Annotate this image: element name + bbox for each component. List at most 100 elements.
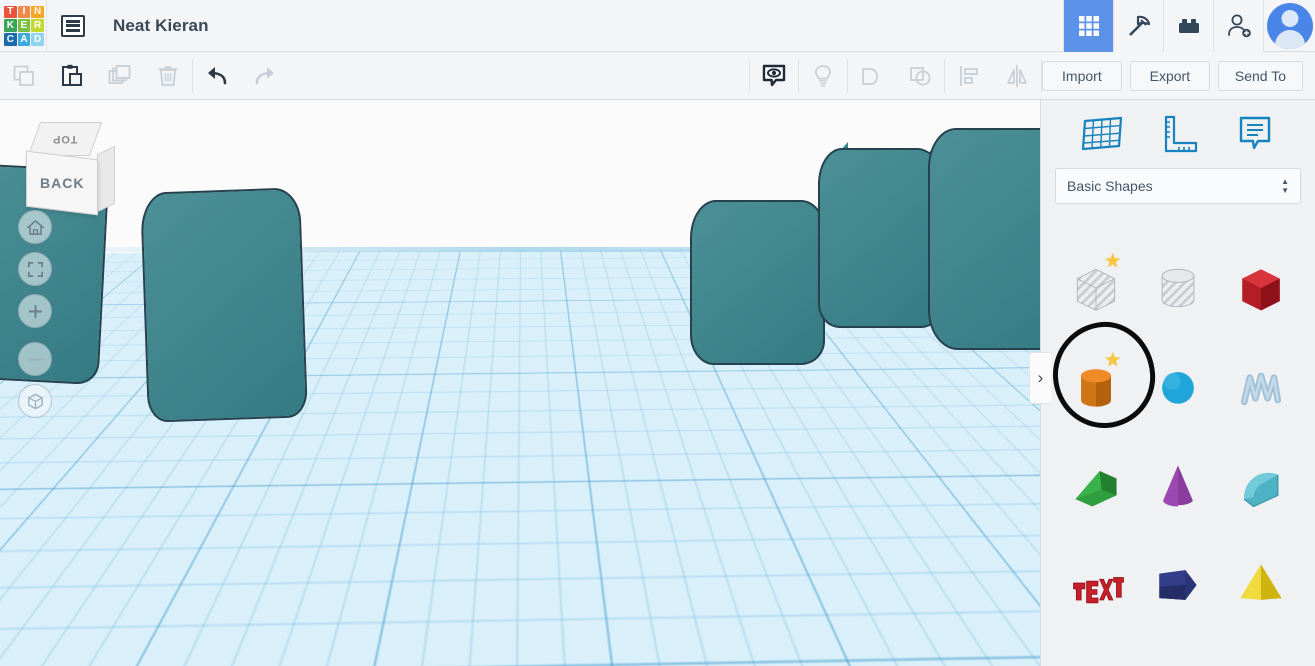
snap-grid-control: Snap Grid 1.0 mm ▲ (877, 632, 1028, 658)
shape-halfsphere[interactable] (1137, 634, 1219, 666)
shape-box[interactable] (1220, 238, 1302, 337)
shape-pyramid[interactable] (1220, 535, 1302, 634)
zoom-in-button[interactable] (18, 294, 52, 328)
shape-box-hole[interactable]: ★ (1055, 238, 1137, 337)
3d-viewport[interactable]: TOP BACK Edit Grid Snap Grid 1.0 mm ▲ (0, 100, 1040, 666)
paste-icon (62, 64, 82, 86)
logo-tile-e: E (17, 19, 31, 32)
note-button[interactable] (750, 52, 798, 100)
lego-brick-icon[interactable] (1163, 0, 1213, 52)
shape-text[interactable] (1055, 535, 1137, 634)
shape-sphere[interactable] (1137, 337, 1219, 436)
shapes-panel: Basic Shapes ▲ ▼ ★ ★ (1040, 100, 1315, 666)
copy-icon (13, 65, 34, 86)
logo-tile-d: D (31, 32, 44, 46)
workplane-icon[interactable] (1079, 113, 1125, 155)
view-cube-front-face[interactable]: BACK (26, 150, 98, 216)
logo-tile-k: K (4, 19, 17, 32)
shape-category-select[interactable]: Basic Shapes ▲ ▼ (1055, 168, 1301, 204)
teal-blob-3[interactable] (690, 200, 825, 365)
snap-grid-value: 1.0 mm (953, 637, 998, 653)
view-cube[interactable]: TOP BACK (26, 122, 115, 216)
edit-grid-button[interactable]: Edit Grid (909, 600, 986, 626)
copy-button[interactable] (0, 52, 48, 100)
perspective-toggle-button[interactable] (18, 384, 52, 418)
trash-icon (159, 65, 177, 86)
shape-thumb (1163, 464, 1194, 507)
shape-thumb (1162, 371, 1195, 404)
delete-button[interactable] (144, 52, 192, 100)
group-button[interactable] (848, 52, 896, 100)
notes-icon[interactable] (1233, 113, 1277, 155)
logo-tile-i: I (17, 5, 31, 19)
export-button[interactable]: Export (1129, 60, 1210, 91)
logo-tile-a: A (17, 32, 31, 46)
shape-tube[interactable] (1220, 634, 1302, 666)
fit-view-button[interactable] (18, 252, 52, 286)
shape-wedge[interactable] (1055, 436, 1137, 535)
logo-tile-c: C (4, 32, 17, 46)
shape-thumb (1243, 472, 1279, 507)
group-icon (861, 67, 878, 85)
panel-tool-icons (1041, 100, 1315, 168)
light-button[interactable] (799, 52, 847, 100)
cube-icon (27, 393, 43, 409)
orange-cylinder[interactable] (403, 348, 589, 588)
avatar-button[interactable] (1263, 0, 1315, 52)
panel-collapse-button[interactable]: › (1029, 352, 1051, 404)
add-person-icon[interactable] (1213, 0, 1263, 52)
view-cube-top-face[interactable]: TOP (27, 122, 103, 156)
shape-roof[interactable] (1220, 436, 1302, 535)
align-button[interactable] (945, 52, 993, 100)
shape-scribble[interactable] (1220, 337, 1302, 436)
send-to-button[interactable]: Send To (1217, 60, 1303, 91)
ungroup-icon (909, 66, 931, 85)
shape-thumb (1159, 569, 1198, 600)
header-right-tools (1063, 0, 1315, 52)
tinkercad-logo[interactable]: TIN KER CAD (2, 4, 46, 48)
duplicate-button[interactable] (96, 52, 144, 100)
redo-icon (255, 66, 274, 84)
zoom-out-button[interactable] (18, 342, 52, 376)
shape-thumb (1162, 268, 1195, 307)
shape-thumb (1242, 268, 1280, 310)
ungroup-button[interactable] (896, 52, 944, 100)
plus-icon (28, 304, 42, 318)
teal-blob-5[interactable] (928, 128, 1040, 350)
pickaxe-icon[interactable] (1113, 0, 1163, 52)
shape-polygon[interactable] (1137, 535, 1219, 634)
shape-cylinder-hole[interactable] (1137, 238, 1219, 337)
notes-glyph (1240, 116, 1271, 150)
import-button[interactable]: Import (1041, 60, 1122, 91)
redo-button[interactable] (241, 52, 289, 100)
undo-button[interactable] (193, 52, 241, 100)
tinkercad-app: TINKERCAD Neat Kieran Import Export Send… (0, 0, 1315, 666)
shape-cone[interactable] (1137, 436, 1219, 535)
shape-thumb (1240, 372, 1281, 405)
view-cube-side-face[interactable] (97, 145, 115, 213)
pickaxe-glyph (1128, 15, 1150, 36)
view-cube-top-label: TOP (52, 133, 78, 145)
home-view-button[interactable] (18, 210, 52, 244)
teal-blob-4[interactable] (818, 148, 943, 328)
cylinder-top-face (403, 348, 589, 406)
snap-grid-select[interactable]: 1.0 mm ▲ (943, 632, 1028, 658)
mirror-button[interactable] (993, 52, 1041, 100)
page-title: Neat Kieran (113, 15, 209, 35)
logo-tile-r: R (31, 19, 44, 32)
mirror-icon (1006, 64, 1027, 87)
viewport-nav-controls (18, 210, 52, 418)
shape-thumb (1233, 656, 1289, 666)
shape-thumb (1073, 576, 1125, 603)
toolbar-actions: Import Export Send To (1041, 60, 1315, 91)
hamburger-menu-button[interactable] (47, 0, 99, 52)
paste-button[interactable] (48, 52, 96, 100)
grid-apps-icon[interactable] (1063, 0, 1113, 52)
view-cube-front-label: BACK (39, 174, 85, 191)
teal-blob-2[interactable] (140, 187, 308, 423)
shape-cylinder[interactable]: ★ (1055, 337, 1137, 436)
minus-icon (28, 358, 42, 360)
shape-torus[interactable] (1055, 634, 1137, 666)
ruler-icon[interactable] (1156, 113, 1202, 155)
shape-thumb (1075, 470, 1117, 507)
